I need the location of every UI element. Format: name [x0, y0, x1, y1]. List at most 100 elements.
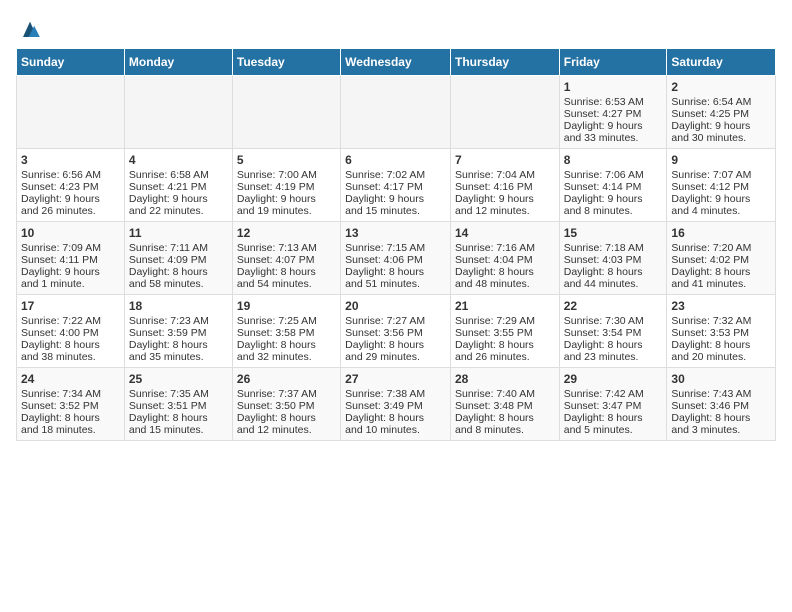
day-info: Sunset: 3:53 PM	[671, 327, 771, 339]
day-info: Sunset: 3:49 PM	[345, 400, 446, 412]
day-info: Sunrise: 7:11 AM	[129, 242, 228, 254]
day-info: and 32 minutes.	[237, 351, 336, 363]
day-info: Sunset: 4:04 PM	[455, 254, 555, 266]
calendar-cell: 5Sunrise: 7:00 AMSunset: 4:19 PMDaylight…	[232, 149, 340, 222]
calendar-cell: 13Sunrise: 7:15 AMSunset: 4:06 PMDayligh…	[341, 222, 451, 295]
calendar-week-4: 17Sunrise: 7:22 AMSunset: 4:00 PMDayligh…	[17, 295, 776, 368]
weekday-header-row: SundayMondayTuesdayWednesdayThursdayFrid…	[17, 49, 776, 76]
calendar-cell: 22Sunrise: 7:30 AMSunset: 3:54 PMDayligh…	[559, 295, 667, 368]
calendar-cell: 9Sunrise: 7:07 AMSunset: 4:12 PMDaylight…	[667, 149, 776, 222]
day-info: Daylight: 9 hours	[345, 193, 446, 205]
calendar-cell: 6Sunrise: 7:02 AMSunset: 4:17 PMDaylight…	[341, 149, 451, 222]
day-info: Sunset: 4:02 PM	[671, 254, 771, 266]
calendar-week-1: 1Sunrise: 6:53 AMSunset: 4:27 PMDaylight…	[17, 76, 776, 149]
weekday-header-saturday: Saturday	[667, 49, 776, 76]
day-info: Sunrise: 7:34 AM	[21, 388, 120, 400]
day-info: Sunset: 3:48 PM	[455, 400, 555, 412]
day-info: Daylight: 9 hours	[564, 120, 663, 132]
calendar-cell: 18Sunrise: 7:23 AMSunset: 3:59 PMDayligh…	[124, 295, 232, 368]
day-info: and 15 minutes.	[345, 205, 446, 217]
calendar-cell: 4Sunrise: 6:58 AMSunset: 4:21 PMDaylight…	[124, 149, 232, 222]
day-info: Sunrise: 7:04 AM	[455, 169, 555, 181]
day-info: Sunset: 4:25 PM	[671, 108, 771, 120]
weekday-header-wednesday: Wednesday	[341, 49, 451, 76]
day-number: 3	[21, 153, 120, 167]
day-number: 23	[671, 299, 771, 313]
day-info: and 26 minutes.	[455, 351, 555, 363]
day-info: Sunrise: 7:29 AM	[455, 315, 555, 327]
day-info: Sunset: 3:52 PM	[21, 400, 120, 412]
day-info: Daylight: 8 hours	[671, 412, 771, 424]
calendar-cell	[17, 76, 125, 149]
day-info: Daylight: 8 hours	[564, 339, 663, 351]
calendar-cell	[232, 76, 340, 149]
calendar-cell	[341, 76, 451, 149]
day-info: Sunrise: 7:27 AM	[345, 315, 446, 327]
day-info: Sunset: 4:27 PM	[564, 108, 663, 120]
day-info: Sunrise: 7:15 AM	[345, 242, 446, 254]
calendar-cell: 29Sunrise: 7:42 AMSunset: 3:47 PMDayligh…	[559, 368, 667, 441]
day-number: 9	[671, 153, 771, 167]
day-info: Daylight: 8 hours	[237, 339, 336, 351]
day-info: Daylight: 8 hours	[455, 266, 555, 278]
calendar-week-2: 3Sunrise: 6:56 AMSunset: 4:23 PMDaylight…	[17, 149, 776, 222]
calendar-cell: 17Sunrise: 7:22 AMSunset: 4:00 PMDayligh…	[17, 295, 125, 368]
day-info: Sunset: 4:16 PM	[455, 181, 555, 193]
day-info: Daylight: 8 hours	[345, 412, 446, 424]
calendar-table: SundayMondayTuesdayWednesdayThursdayFrid…	[16, 48, 776, 441]
calendar-cell: 30Sunrise: 7:43 AMSunset: 3:46 PMDayligh…	[667, 368, 776, 441]
day-number: 28	[455, 372, 555, 386]
day-info: and 54 minutes.	[237, 278, 336, 290]
day-info: Daylight: 9 hours	[21, 266, 120, 278]
day-info: Daylight: 8 hours	[564, 266, 663, 278]
day-info: Sunrise: 7:32 AM	[671, 315, 771, 327]
day-info: Daylight: 8 hours	[21, 339, 120, 351]
day-info: Sunrise: 7:42 AM	[564, 388, 663, 400]
page-header	[16, 16, 776, 44]
calendar-cell	[450, 76, 559, 149]
day-info: Sunrise: 7:37 AM	[237, 388, 336, 400]
day-info: Sunrise: 7:07 AM	[671, 169, 771, 181]
day-info: Sunrise: 7:09 AM	[21, 242, 120, 254]
calendar-cell: 11Sunrise: 7:11 AMSunset: 4:09 PMDayligh…	[124, 222, 232, 295]
day-number: 24	[21, 372, 120, 386]
day-info: and 19 minutes.	[237, 205, 336, 217]
day-number: 22	[564, 299, 663, 313]
day-info: and 30 minutes.	[671, 132, 771, 144]
day-info: and 12 minutes.	[455, 205, 555, 217]
calendar-cell: 24Sunrise: 7:34 AMSunset: 3:52 PMDayligh…	[17, 368, 125, 441]
day-info: Sunrise: 7:35 AM	[129, 388, 228, 400]
calendar-cell: 26Sunrise: 7:37 AMSunset: 3:50 PMDayligh…	[232, 368, 340, 441]
weekday-header-thursday: Thursday	[450, 49, 559, 76]
weekday-header-friday: Friday	[559, 49, 667, 76]
day-info: and 12 minutes.	[237, 424, 336, 436]
day-number: 29	[564, 372, 663, 386]
day-info: Sunrise: 7:22 AM	[21, 315, 120, 327]
day-number: 19	[237, 299, 336, 313]
weekday-header-sunday: Sunday	[17, 49, 125, 76]
day-info: Sunset: 4:21 PM	[129, 181, 228, 193]
calendar-cell: 23 Sunrise: 7:32 AMSunset: 3:53 PMDayligh…	[667, 295, 776, 368]
day-info: and 23 minutes.	[564, 351, 663, 363]
day-info: and 48 minutes.	[455, 278, 555, 290]
day-info: Sunrise: 7:23 AM	[129, 315, 228, 327]
day-info: Daylight: 8 hours	[345, 339, 446, 351]
day-info: Daylight: 8 hours	[671, 266, 771, 278]
day-number: 4	[129, 153, 228, 167]
day-info: Sunset: 4:11 PM	[21, 254, 120, 266]
day-info: Daylight: 8 hours	[671, 339, 771, 351]
day-info: and 3 minutes.	[671, 424, 771, 436]
day-info: and 4 minutes.	[671, 205, 771, 217]
day-info: and 8 minutes.	[455, 424, 555, 436]
day-info: Sunrise: 7:25 AM	[237, 315, 336, 327]
calendar-header: SundayMondayTuesdayWednesdayThursdayFrid…	[17, 49, 776, 76]
calendar-cell: 15Sunrise: 7:18 AMSunset: 4:03 PMDayligh…	[559, 222, 667, 295]
day-info: Daylight: 8 hours	[129, 266, 228, 278]
day-info: Daylight: 9 hours	[237, 193, 336, 205]
day-info: Sunset: 4:19 PM	[237, 181, 336, 193]
day-info: Daylight: 8 hours	[345, 266, 446, 278]
day-number: 11	[129, 226, 228, 240]
day-info: Daylight: 8 hours	[455, 339, 555, 351]
day-number: 6	[345, 153, 446, 167]
day-info: Sunrise: 7:02 AM	[345, 169, 446, 181]
